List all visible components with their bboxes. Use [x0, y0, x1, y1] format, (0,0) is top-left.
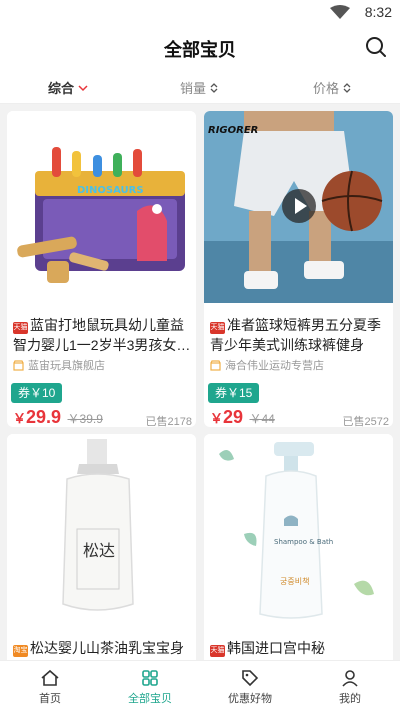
original-price: ￥39.9 — [67, 412, 103, 426]
product-image-shampoo-bath: Shampoo & Bath 궁중비책 — [204, 434, 393, 626]
wifi-icon — [330, 5, 350, 19]
sold-count: 已售2178 — [145, 416, 192, 427]
sort-price-label: 价格 — [313, 81, 340, 96]
tab-deals[interactable]: 优惠好物 — [200, 661, 300, 710]
tab-all-products-label: 全部宝贝 — [128, 693, 172, 705]
product-title: 淘宝松达婴儿山茶油乳宝宝身体乳夏季润肤乳儿童霜舍身… — [13, 640, 184, 657]
bottle-label-text: Shampoo & Bath — [274, 538, 333, 546]
price-row: ￥29 ￥44 已售2572 — [210, 407, 389, 427]
original-price: ￥44 — [249, 412, 275, 426]
coupon-badge[interactable]: 券￥10 — [11, 383, 63, 403]
sort-comprehensive-label: 综合 — [48, 81, 75, 96]
tmall-badge: 天猫 — [13, 322, 28, 334]
sort-sales-label: 销量 — [180, 81, 207, 96]
shop-icon — [13, 359, 24, 371]
video-play-icon[interactable] — [282, 189, 316, 223]
page-title: 全部宝贝 — [164, 40, 236, 60]
shop-name: 蓝宙玩具旗舰店 — [28, 360, 105, 372]
bottle-brand-text: 궁중비책 — [280, 576, 309, 586]
sort-bar: 综合 销量 价格 — [0, 70, 400, 104]
product-card[interactable]: DINOSAURS 天猫 蓝宙打地鼠玩具幼儿童益智力婴儿1一2岁半3男孩女… 蓝宙… — [7, 111, 196, 427]
tab-profile-label: 我的 — [339, 693, 361, 705]
sold-count: 已售2572 — [342, 416, 389, 427]
price-row: ￥29.9 ￥39.9 已售2178 — [13, 407, 192, 427]
current-price: ￥29.9 — [13, 407, 62, 427]
tab-home-label: 首页 — [39, 693, 61, 705]
svg-text:DINOSAURS: DINOSAURS — [77, 185, 144, 196]
sort-price[interactable]: 价格 — [313, 78, 351, 97]
taobao-badge: 淘宝 — [13, 645, 28, 657]
product-card[interactable]: 松达 淘宝松达婴儿山茶油乳宝宝身体乳夏季润肤乳儿童霜舍身… — [7, 434, 196, 660]
product-image-whack-a-mole-toy: DINOSAURS — [7, 111, 196, 303]
bottom-tab-bar: 首页 全部宝贝 优惠好物 我的 — [0, 660, 400, 710]
header: 全部宝贝 — [0, 24, 400, 70]
grid-icon — [142, 670, 158, 686]
product-title: 天猫韩国进口宫中秘策/GOONGBE洗发沐浴露350… — [210, 640, 325, 657]
shop-icon — [210, 359, 221, 371]
tab-profile[interactable]: 我的 — [300, 661, 400, 710]
status-time: 8:32 — [364, 4, 392, 20]
product-image-baby-lotion: 松达 — [7, 434, 196, 626]
product-grid: DINOSAURS 天猫 蓝宙打地鼠玩具幼儿童益智力婴儿1一2岁半3男孩女… 蓝宙… — [0, 104, 400, 660]
tmall-badge: 天猫 — [210, 645, 225, 657]
tag-icon — [242, 670, 259, 687]
sort-arrows-icon — [210, 82, 218, 93]
bottle-label: 松达 — [83, 541, 115, 560]
sort-sales[interactable]: 销量 — [180, 78, 218, 97]
sort-comprehensive[interactable]: 综合 — [48, 78, 88, 97]
tab-home[interactable]: 首页 — [0, 661, 100, 710]
tab-deals-label: 优惠好物 — [228, 693, 272, 705]
product-card[interactable]: Shampoo & Bath 궁중비책 天猫韩国进口宫中秘策/GOONGBE洗发… — [204, 434, 393, 660]
product-title: 天猫 蓝宙打地鼠玩具幼儿童益智力婴儿1一2岁半3男孩女… — [13, 317, 191, 353]
product-image-basketball-shorts: RIGORER — [204, 111, 393, 303]
shop-name: 海合伟业运动专营店 — [225, 360, 324, 372]
status-bar: 8:32 — [0, 0, 400, 24]
coupon-badge[interactable]: 券￥15 — [208, 383, 260, 403]
shop-row[interactable]: 蓝宙玩具旗舰店 — [13, 357, 105, 373]
home-icon — [41, 669, 59, 686]
product-card[interactable]: RIGORER 天猫准者篮球短裤男五分夏季青少年美式训练球裤健身运… 海合伟业运… — [204, 111, 393, 427]
shop-row[interactable]: 海合伟业运动专营店 — [210, 357, 324, 373]
sort-arrows-icon — [343, 82, 351, 93]
current-price: ￥29 — [210, 407, 244, 427]
product-title: 天猫准者篮球短裤男五分夏季青少年美式训练球裤健身运… — [210, 317, 381, 353]
user-icon — [342, 670, 358, 687]
tab-all-products[interactable]: 全部宝贝 — [100, 661, 200, 710]
search-icon[interactable] — [365, 36, 387, 58]
brand-logo: RIGORER — [208, 125, 258, 136]
tmall-badge: 天猫 — [210, 322, 225, 334]
chevron-down-icon — [78, 84, 88, 91]
